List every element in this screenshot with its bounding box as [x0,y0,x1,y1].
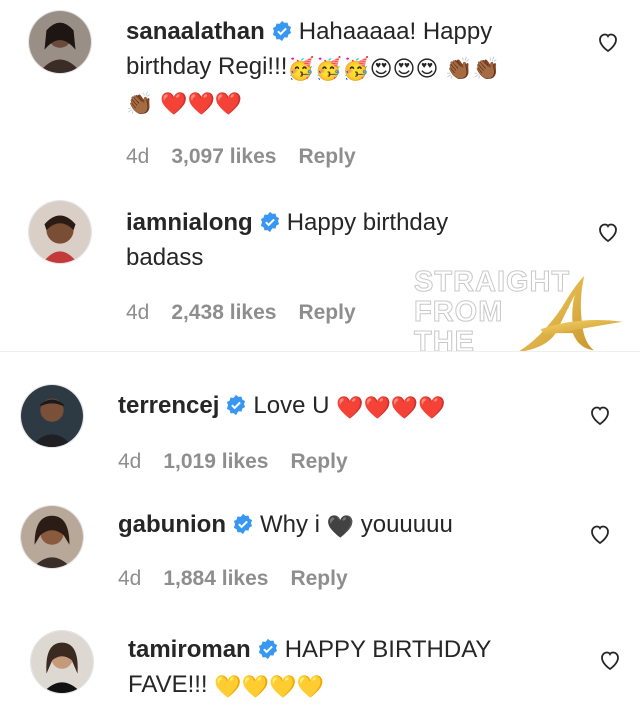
heart-outline-icon[interactable] [598,648,622,672]
verified-badge-icon [225,394,247,416]
watermark-a-logo-icon [517,275,623,353]
comment-line: HAPPY BIRTHDAY [284,636,492,663]
hearts-emoji: ❤️❤️❤️❤️ [336,396,446,421]
comment-line: Hahaaaaa! Happy [298,18,493,45]
reply-button[interactable]: Reply [298,145,355,169]
comment-text: tamiroman HAPPY BIRTHDAY FAVE!!! 💛💛💛💛 [128,632,568,702]
emoji-run: 🥳🥳🥳😍😍😍 👏🏾👏🏾 [287,57,501,82]
timestamp[interactable]: 4d [126,301,149,325]
reply-button[interactable]: Reply [298,301,355,325]
timestamp[interactable]: 4d [126,145,149,169]
comment-text: sanaalathan Hahaaaaa! Happy birthday Regi… [126,14,566,119]
comment-line: FAVE!!! [128,671,208,698]
verified-badge-icon [259,211,281,233]
verified-badge-icon [232,513,254,535]
heart-outline-icon[interactable] [588,403,612,427]
comment-line: Love U [253,392,330,419]
comment-line: youuuuu [360,511,453,538]
username-link[interactable]: tamiroman [128,636,251,663]
comment-line: birthday Regi!!! [126,53,288,80]
comment-meta: 4d 2,438 likes Reply [126,301,356,325]
heart-outline-icon[interactable] [588,522,612,546]
comment-text: terrencej Love U ❤️❤️❤️❤️ [118,388,558,423]
comment-text: iamnialong Happy birthday badass [126,205,506,275]
username-link[interactable]: iamnialong [126,209,253,236]
comment-meta: 4d 1,019 likes Reply [118,450,348,474]
verified-badge-icon [257,638,279,660]
avatar-gabunion[interactable] [20,505,84,569]
username-link[interactable]: sanaalathan [126,18,265,45]
avatar-terrencej[interactable] [20,384,84,448]
comment-meta: 4d 1,884 likes Reply [118,567,348,591]
reply-button[interactable]: Reply [290,450,347,474]
heart-outline-icon[interactable] [596,220,620,244]
likes-count[interactable]: 2,438 likes [171,301,276,325]
reply-button[interactable]: Reply [290,567,347,591]
comment-line: badass [126,244,204,271]
likes-count[interactable]: 1,019 likes [163,450,268,474]
yellow-hearts-emoji: 💛💛💛💛 [214,675,324,700]
timestamp[interactable]: 4d [118,567,141,591]
comment-line: Happy birthday [286,209,449,236]
username-link[interactable]: terrencej [118,392,219,419]
avatar-iamnialong[interactable] [28,200,92,264]
likes-count[interactable]: 3,097 likes [171,145,276,169]
comment-text: gabunion Why i 🖤 youuuuu [118,507,558,542]
clap-emoji: 👏🏾 [126,92,154,117]
timestamp[interactable]: 4d [118,450,141,474]
comment-meta: 4d 3,097 likes Reply [126,145,356,169]
watermark-line: FROM [413,296,504,328]
username-link[interactable]: gabunion [118,511,226,538]
black-heart-emoji: 🖤 [326,515,355,540]
likes-count[interactable]: 1,884 likes [163,567,268,591]
avatar-tamiroman[interactable] [30,630,94,694]
comment-line: Why i [259,511,320,538]
heart-outline-icon[interactable] [596,30,620,54]
divider [0,351,640,352]
hearts-emoji: ❤️❤️❤️ [160,92,243,117]
verified-badge-icon [271,20,293,42]
watermark-logo: STRAIGHT FROM THE [412,267,627,358]
avatar-sanaalathan[interactable] [28,10,92,74]
